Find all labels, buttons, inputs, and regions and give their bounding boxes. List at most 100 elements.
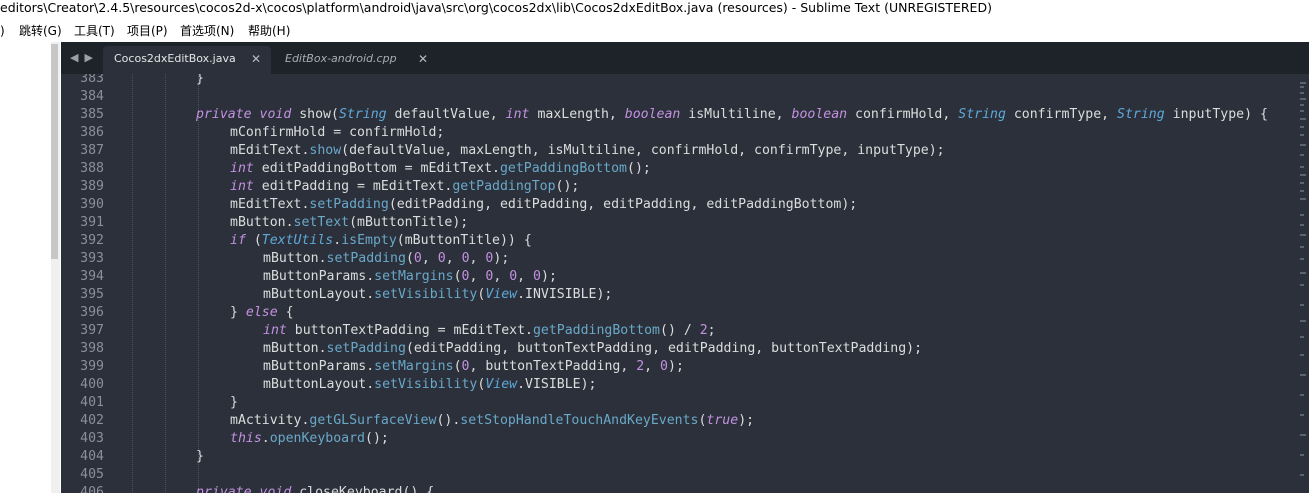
minimap-line [1300, 474, 1304, 476]
code-text: mConfirmHold = confirmHold; [230, 125, 445, 140]
code-line[interactable]: 402 mActivity.getGLSurfaceView().setStopH… [61, 412, 1299, 430]
menu-bar: ) 跳转(G) 工具(T) 项目(P) 首选项(N) 帮助(H) [0, 20, 1309, 42]
code-text: int editPaddingBottom = mEditText.getPad… [230, 161, 651, 176]
tab-next-icon[interactable]: ▶ [84, 51, 98, 64]
minimap-line [1300, 434, 1306, 436]
minimap-line [1300, 214, 1304, 216]
code-text: mButtonParams.setMargins(0, buttonTextPa… [263, 359, 684, 374]
line-number: 385 [80, 107, 104, 122]
code-line[interactable]: 388 int editPaddingBottom = mEditText.get… [61, 160, 1299, 178]
line-number: 392 [80, 233, 104, 248]
code-line[interactable]: 396} else { [61, 304, 1299, 322]
minimap-line [1300, 414, 1304, 416]
code-text: mEditText.setPadding(editPadding, editPa… [230, 197, 858, 212]
window-title: editors\Creator\2.4.5\resources\cocos2d-… [0, 0, 1309, 18]
tab-cocos2dx-editbox-java[interactable]: Cocos2dxEditBox.java ✕ [103, 46, 271, 74]
close-icon[interactable]: ✕ [418, 46, 428, 72]
code-line[interactable]: 387 mEditText.show(defaultValue, maxLengt… [61, 142, 1299, 160]
line-number: 406 [80, 485, 104, 493]
menu-item-tools[interactable]: 工具(T) [74, 20, 115, 42]
menu-item-partial[interactable]: ) [0, 20, 5, 42]
code-text: this.openKeyboard(); [230, 431, 389, 446]
code-line[interactable]: 392 if (TextUtils.isEmpty(mButtonTitle)) … [61, 232, 1299, 250]
minimap-line [1300, 284, 1304, 286]
line-number: 404 [80, 449, 104, 464]
code-line[interactable]: 403 this.openKeyboard(); [61, 430, 1299, 448]
code-text: int buttonTextPadding = mEditText.getPad… [263, 323, 716, 338]
tab-label: Cocos2dxEditBox.java [114, 52, 236, 65]
code-line[interactable]: 386 mConfirmHold = confirmHold; [61, 124, 1299, 142]
minimap-line [1300, 374, 1306, 376]
code-text: mButton.setText(mButtonTitle); [230, 215, 469, 230]
line-number: 398 [80, 341, 104, 356]
line-number: 390 [80, 197, 104, 212]
line-number: 401 [80, 395, 104, 410]
minimap-line [1300, 336, 1304, 338]
line-number: 405 [80, 467, 104, 482]
code-text: mButton.setPadding(editPadding, buttonTe… [263, 341, 923, 356]
line-number: 396 [80, 305, 104, 320]
code-view[interactable]: 383} 384 385 private void show(String defau… [61, 74, 1299, 493]
line-number: 397 [80, 323, 104, 338]
line-number: 399 [80, 359, 104, 374]
minimap-line [1300, 234, 1306, 236]
menu-item-help[interactable]: 帮助(H) [248, 20, 290, 42]
code-line[interactable]: 385 private void show(String defaultValue… [61, 106, 1299, 124]
tab-nav-arrows[interactable]: ◀▶ [70, 51, 99, 64]
code-line[interactable]: 390 mEditText.setPadding(editPadding, edi… [61, 196, 1299, 214]
code-line[interactable]: 401} [61, 394, 1299, 412]
tab-editbox-android-cpp[interactable]: EditBox-android.cpp ✕ [274, 46, 438, 74]
menu-item-preferences[interactable]: 首选项(N) [180, 20, 234, 42]
code-line[interactable]: 404} [61, 448, 1299, 466]
code-text: mActivity.getGLSurfaceView().setStopHand… [230, 413, 755, 428]
minimap-line [1300, 118, 1306, 120]
line-number: 391 [80, 215, 104, 230]
minimap-line [1300, 394, 1304, 396]
code-line[interactable]: 394 mButtonParams.setMargins(0, 0, 0, 0); [61, 268, 1299, 286]
code-line[interactable]: 399 mButtonParams.setMargins(0, buttonTex… [61, 358, 1299, 376]
code-line[interactable]: 393 mButton.setPadding(0, 0, 0, 0); [61, 250, 1299, 268]
line-number: 383 [80, 74, 104, 86]
code-text: mEditText.show(defaultValue, maxLength, … [230, 143, 945, 158]
menu-item-goto[interactable]: 跳转(G) [19, 20, 62, 42]
minimap-line [1300, 86, 1304, 88]
code-line[interactable]: 384 [61, 88, 1299, 106]
menu-item-project[interactable]: 项目(P) [127, 20, 168, 42]
minimap-line [1300, 454, 1304, 456]
minimap-line [1300, 182, 1304, 184]
code-line[interactable]: 389 int editPadding = mEditText.getPaddin… [61, 178, 1299, 196]
code-text: } [196, 449, 204, 464]
minimap-line [1300, 190, 1304, 192]
code-line[interactable]: 397 int buttonTextPadding = mEditText.get… [61, 322, 1299, 340]
minimap-line [1300, 174, 1306, 176]
sidebar-scroll-thumb[interactable] [51, 44, 58, 259]
code-line[interactable]: 395 mButtonLayout.setVisibility(View.INVI… [61, 286, 1299, 304]
code-line[interactable]: 405 [61, 466, 1299, 484]
code-line[interactable]: 383} [61, 74, 1299, 88]
line-number: 402 [80, 413, 104, 428]
sidebar-panel [0, 42, 53, 493]
minimap-line [1300, 104, 1304, 106]
code-text: mButtonParams.setMargins(0, 0, 0, 0); [263, 269, 557, 284]
tab-prev-icon[interactable]: ◀ [70, 51, 84, 64]
line-number: 395 [80, 287, 104, 302]
line-number: 384 [80, 89, 104, 104]
code-text: } [230, 395, 238, 410]
minimap-line [1300, 134, 1304, 136]
minimap-line [1300, 92, 1304, 94]
code-line[interactable]: 400 mButtonLayout.setVisibility(View.VISI… [61, 376, 1299, 394]
minimap-line [1300, 272, 1306, 274]
code-line[interactable]: 398 mButton.setPadding(editPadding, butto… [61, 340, 1299, 358]
minimap-line [1300, 166, 1304, 168]
code-line[interactable]: 406 private void closeKeyboard() { [61, 484, 1299, 493]
code-text: mButtonLayout.setVisibility(View.INVISIB… [263, 287, 613, 302]
minimap-line [1300, 224, 1304, 226]
line-number: 394 [80, 269, 104, 284]
minimap-line [1300, 320, 1306, 322]
close-icon[interactable]: ✕ [251, 46, 261, 72]
tab-label: EditBox-android.cpp [285, 52, 397, 65]
code-line[interactable]: 391 mButton.setText(mButtonTitle); [61, 214, 1299, 232]
code-text: int editPadding = mEditText.getPaddingTo… [230, 179, 580, 194]
minimap-line [1300, 126, 1304, 128]
code-text: } [196, 74, 204, 86]
